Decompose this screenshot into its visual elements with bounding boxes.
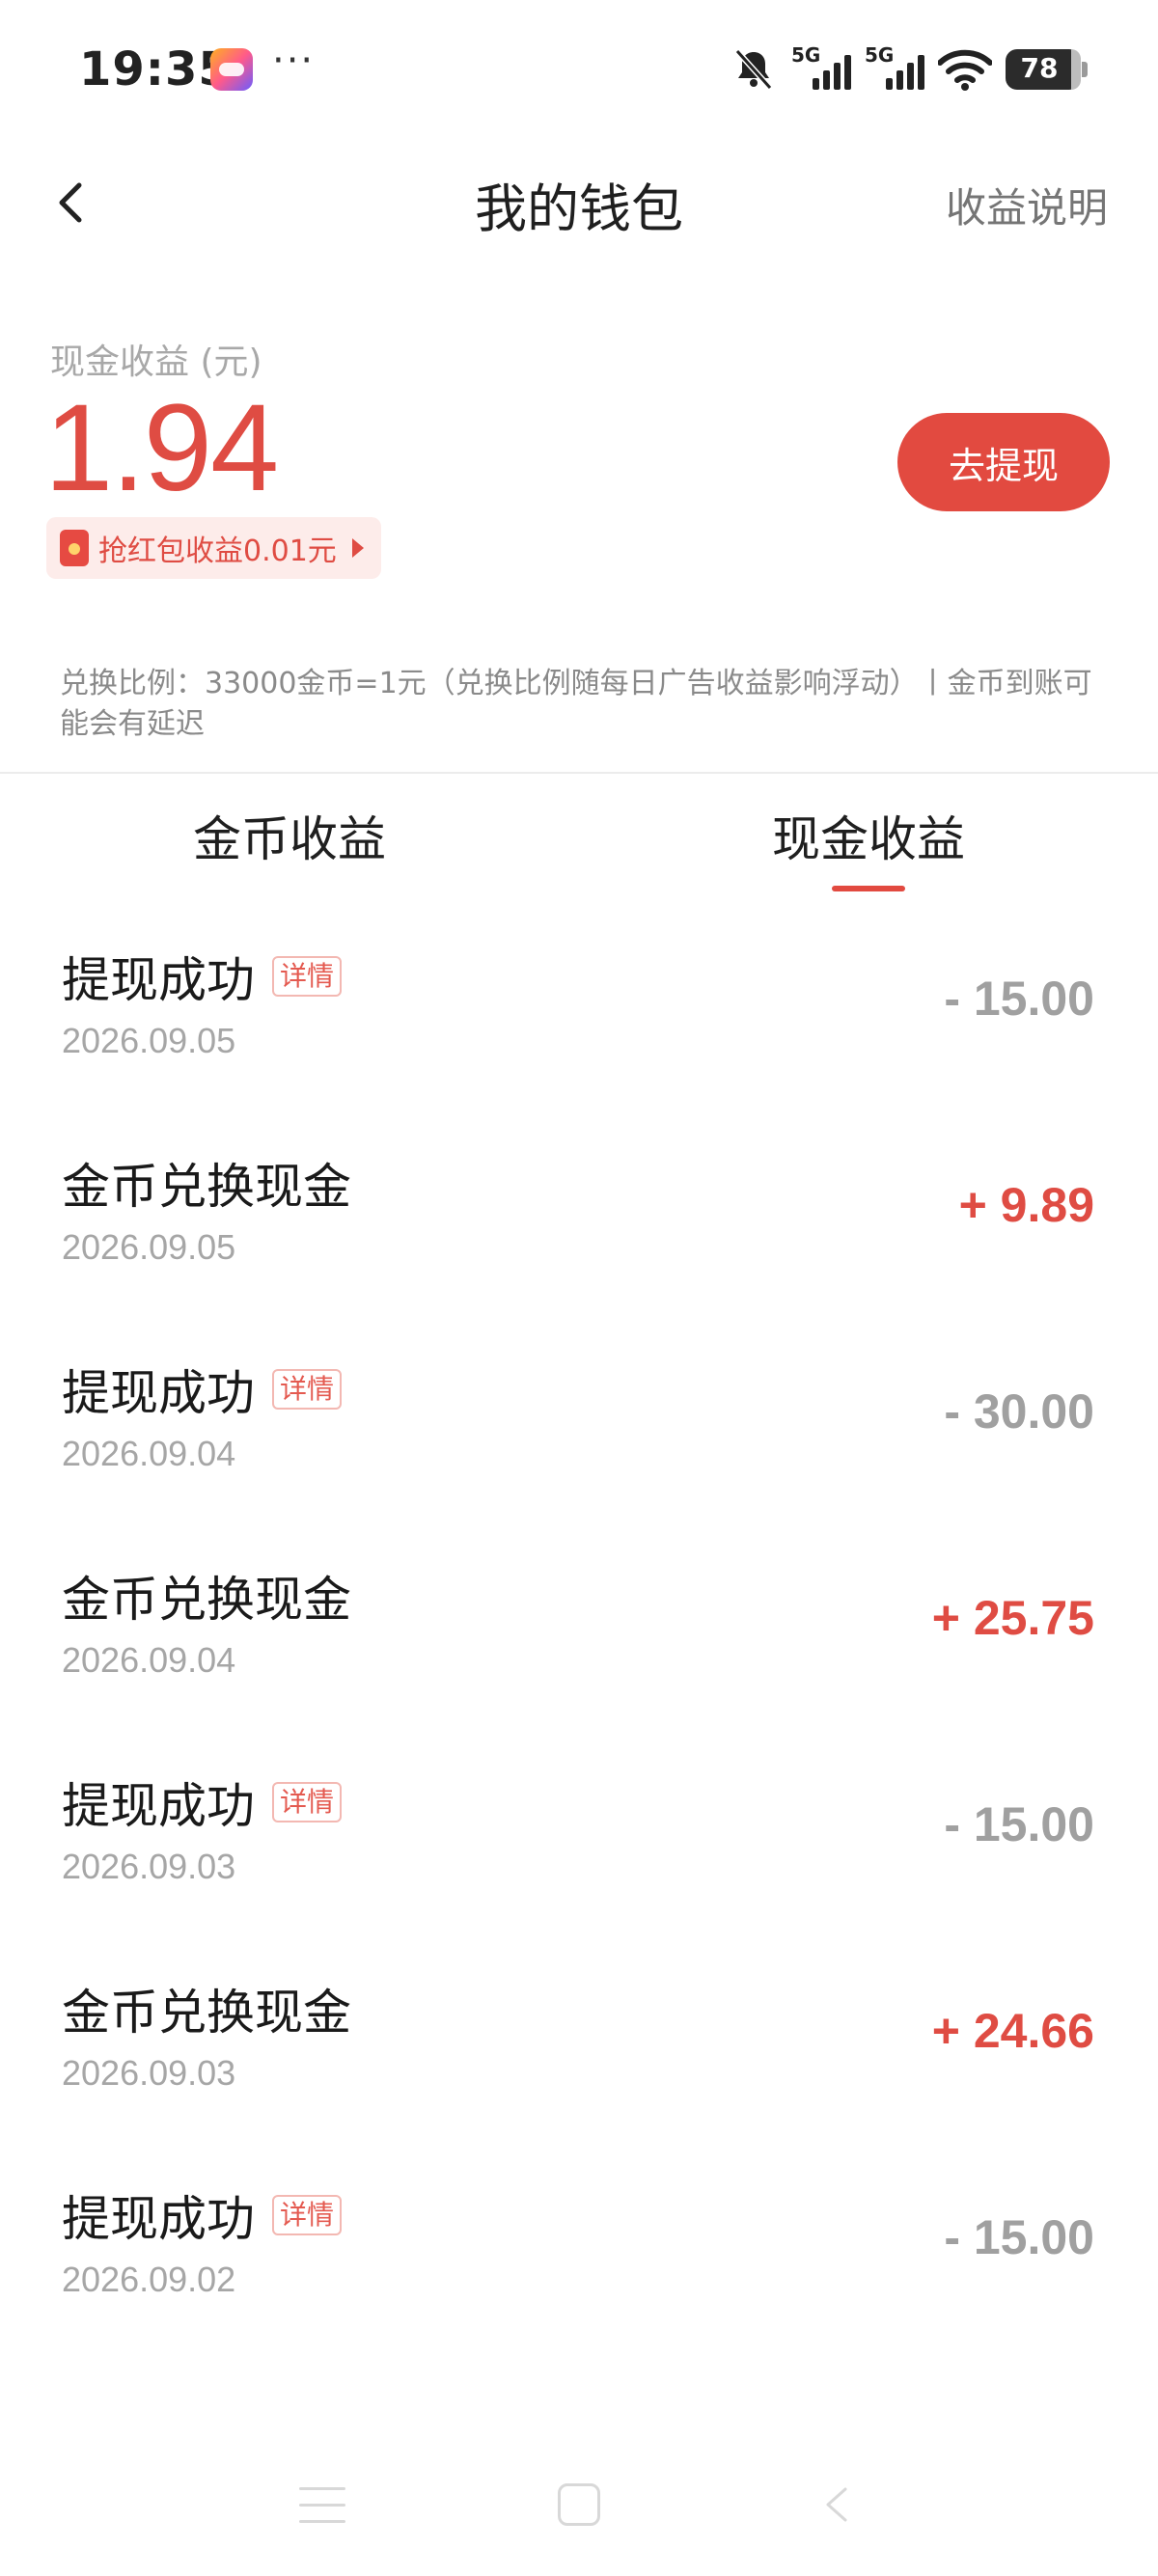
- list-item[interactable]: 提现成功 详情 2026.09.05 - 15.00: [0, 913, 1158, 1119]
- earnings-record-list: 提现成功 详情 2026.09.05 - 15.00 金币兑换现金 2026.09…: [0, 913, 1158, 2358]
- status-icons: 5G 5G 78: [730, 42, 1088, 96]
- details-tag[interactable]: 详情: [272, 1782, 343, 1822]
- home-icon[interactable]: [558, 2483, 600, 2526]
- record-date: 2026.09.04: [62, 1640, 236, 1680]
- record-title: 提现成功: [62, 2191, 255, 2247]
- divider: [0, 772, 1158, 774]
- withdraw-button[interactable]: 去提现: [897, 413, 1110, 511]
- details-tag[interactable]: 详情: [272, 956, 343, 997]
- record-title: 金币兑换现金: [62, 1572, 351, 1628]
- record-title: 提现成功: [62, 1365, 255, 1421]
- list-item[interactable]: 金币兑换现金 2026.09.03 + 24.66: [0, 1945, 1158, 2151]
- wifi-icon: [938, 49, 992, 91]
- record-title: 提现成功: [62, 1778, 255, 1834]
- record-date: 2026.09.02: [62, 2260, 236, 2299]
- status-time: 19:35: [79, 42, 232, 96]
- list-item[interactable]: 金币兑换现金 2026.09.05 + 9.89: [0, 1119, 1158, 1326]
- back-icon[interactable]: [816, 2483, 859, 2526]
- record-amount: - 15.00: [944, 2210, 1094, 2264]
- cellular-signal-icon: 5G: [791, 43, 851, 94]
- page-header: 我的钱包 收益说明: [0, 145, 1158, 260]
- details-tag[interactable]: 详情: [272, 2195, 343, 2235]
- record-amount: + 24.66: [931, 2004, 1094, 2058]
- system-nav-bar: [0, 2466, 1158, 2543]
- earnings-explanation-link[interactable]: 收益说明: [946, 176, 1108, 234]
- list-item[interactable]: 金币兑换现金 2026.09.04 + 25.75: [0, 1532, 1158, 1739]
- record-date: 2026.09.03: [62, 1847, 236, 1886]
- details-tag[interactable]: 详情: [272, 1369, 343, 1410]
- exchange-rate-notice: 兑换比例：33000金币=1元（兑换比例随每日广告收益影响浮动）丨金币到账可能会…: [60, 667, 1092, 741]
- battery-icon: 78: [1006, 49, 1088, 90]
- cash-earnings-label: 现金收益 (元): [50, 343, 262, 382]
- record-date: 2026.09.05: [62, 1021, 236, 1060]
- list-item[interactable]: 提现成功 详情 2026.09.03 - 15.00: [0, 1739, 1158, 1945]
- record-title: 金币兑换现金: [62, 1985, 351, 2041]
- cash-balance-value: 1.94: [44, 379, 279, 517]
- record-date: 2026.09.04: [62, 1434, 236, 1473]
- record-amount: - 15.00: [944, 972, 1094, 1026]
- record-date: 2026.09.05: [62, 1227, 236, 1267]
- list-item[interactable]: 提现成功 详情 2026.09.02 - 15.00: [0, 2151, 1158, 2358]
- record-amount: + 25.75: [931, 1591, 1094, 1645]
- red-packet-earnings-text: 抢红包收益0.01元: [98, 534, 337, 568]
- recent-apps-icon[interactable]: [299, 2487, 345, 2526]
- triangle-right-icon: [351, 538, 364, 558]
- mute-bell-icon: [734, 48, 773, 91]
- red-packet-earnings-badge[interactable]: 抢红包收益0.01元: [46, 517, 381, 579]
- game-center-icon: [210, 48, 253, 91]
- record-date: 2026.09.03: [62, 2053, 236, 2093]
- tab-cash-earnings[interactable]: 现金收益: [772, 801, 965, 870]
- battery-level: 78: [1020, 52, 1059, 84]
- record-amount: + 9.89: [958, 1178, 1094, 1232]
- list-item[interactable]: 提现成功 详情 2026.09.04 - 30.00: [0, 1326, 1158, 1532]
- cellular-signal-icon: 5G: [865, 43, 924, 94]
- record-title: 提现成功: [62, 952, 255, 1008]
- record-amount: - 30.00: [944, 1384, 1094, 1439]
- active-tab-indicator: [832, 886, 905, 891]
- record-title: 金币兑换现金: [62, 1159, 351, 1215]
- more-notifications-icon: ···: [272, 39, 316, 83]
- tab-gold-earnings[interactable]: 金币收益: [193, 801, 386, 870]
- red-packet-icon: [60, 530, 89, 566]
- record-amount: - 15.00: [944, 1797, 1094, 1851]
- status-bar: 19:35 ··· 5G 5G 78: [0, 0, 1158, 135]
